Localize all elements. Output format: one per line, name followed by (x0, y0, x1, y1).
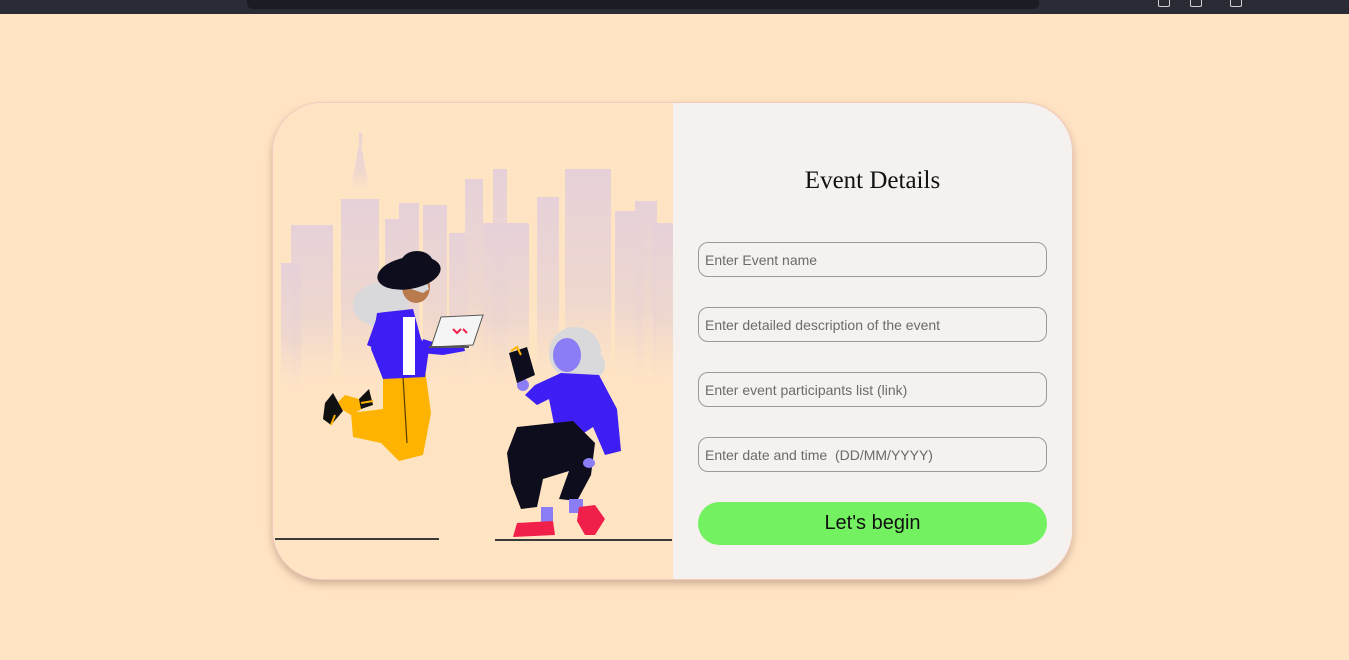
browser-extension-icon[interactable] (1158, 0, 1170, 7)
city-people-illustration (275, 133, 673, 541)
event-form: Event Details Let's begin (673, 103, 1072, 579)
form-title: Event Details (804, 167, 941, 194)
participants-list-input[interactable] (698, 372, 1047, 407)
event-name-input[interactable] (698, 242, 1047, 277)
city-skyline-icon (281, 133, 673, 409)
illustration-panel (273, 103, 673, 579)
browser-extension-icon[interactable] (1190, 0, 1202, 7)
date-time-input[interactable] (698, 437, 1047, 472)
browser-extension-icon[interactable] (1230, 0, 1242, 7)
event-card: Event Details Let's begin (272, 102, 1073, 580)
event-description-input[interactable] (698, 307, 1047, 342)
browser-address-bar[interactable] (247, 0, 1039, 9)
lets-begin-button[interactable]: Let's begin (698, 502, 1047, 545)
browser-toolbar (0, 0, 1349, 14)
